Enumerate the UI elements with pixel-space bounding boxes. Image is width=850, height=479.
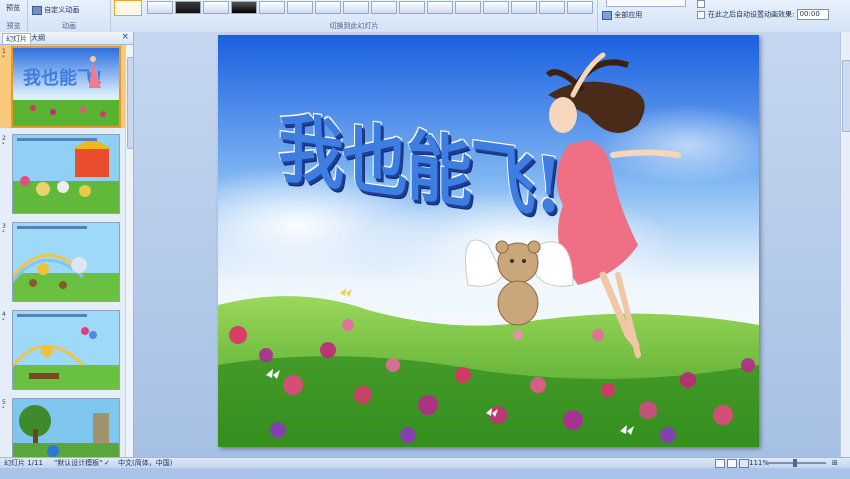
apply-all-label: 全部应用 [614,11,643,19]
slide-thumbnail-3[interactable]: 3 * [0,220,126,303]
advance-after-row[interactable]: 在此之后自动设置动画效果: 00:00 [697,9,829,20]
editor-scrollbar[interactable] [840,32,850,457]
transition-option-2[interactable] [175,1,201,14]
transition-option-1[interactable] [147,1,173,14]
transition-option-5[interactable] [259,1,285,14]
transition-option-3[interactable] [203,1,229,14]
transition-option-6[interactable] [287,1,313,14]
slide-number: 3 [2,223,6,230]
slide-thumbnail-4[interactable]: 4 * [0,308,126,391]
transition-option-12[interactable] [455,1,481,14]
slide-animation-icon: * [2,230,5,236]
tab-outline[interactable]: 大纲 [28,33,48,43]
animation-group: 自定义动画 动画 [28,0,111,32]
apply-group: 全部应用 [598,0,690,32]
slide-thumbnail-1[interactable]: 1 * 我也能飞! [0,45,126,128]
transition-option-11[interactable] [427,1,453,14]
animation-group-label: 动画 [62,22,76,30]
slide-animation-icon: * [2,406,5,412]
transition-group-label: 切换到此幻灯片 [329,22,379,30]
slide-animation-icon: * [2,318,5,324]
transition-option-7[interactable] [315,1,341,14]
transition-option-16[interactable] [567,1,593,14]
advance-group: 在此之后自动设置动画效果: 00:00 [691,0,850,32]
slide-number: 5 [2,399,6,406]
transition-option-9[interactable] [371,1,397,14]
slides-pane: 幻灯片 大纲 × 1 * 我也能飞! 2 * 3 * 4 * 5 * [0,32,134,460]
advance-on-click-checkbox[interactable] [697,0,705,8]
transition-option-13[interactable] [483,1,509,14]
slide-thumb-image [12,222,120,302]
advance-on-click-row[interactable] [697,0,708,8]
close-icon[interactable]: × [121,32,129,43]
transition-option-14[interactable] [511,1,537,14]
tab-slides[interactable]: 幻灯片 [2,33,31,44]
slide-thumb-image [12,134,120,214]
slide-thumb-image [12,398,120,460]
advance-after-checkbox[interactable] [697,10,705,19]
pane-tabs: 幻灯片 大纲 × [0,32,133,45]
current-slide[interactable]: 我也能飞! [218,35,759,447]
transition-option-4[interactable] [231,1,257,14]
preview-button[interactable]: 预览 [6,3,20,13]
ribbon: 预览 预览 自定义动画 动画 切换到此幻灯片 全部应用 在此之后自动设置动画效果… [0,0,850,33]
pane-scrollbar[interactable] [125,45,134,457]
advance-after-label: 在此之后自动设置动画效果: [708,10,795,19]
custom-animation-button[interactable]: 自定义动画 [32,5,79,15]
animation-icon [32,5,42,15]
slide-thumbnail-2[interactable]: 2 * [0,132,126,215]
slide-thumb-image: 我也能飞! [11,46,121,128]
sound-dropdown[interactable] [606,0,686,7]
transition-option-15[interactable] [539,1,565,14]
slide-thumb-image [12,310,120,390]
slide-animation-icon: * [2,55,5,61]
transition-option-8[interactable] [343,1,369,14]
preview-group-label: 预览 [6,22,21,30]
apply-all-icon [602,10,612,20]
slide-animation-icon: * [2,142,5,148]
status-bar: 幻灯片 1/11 "默认设计模板" ✓ 中文(简体，中国) 111% ⊞ [0,457,850,468]
transition-group: 切换到此幻灯片 [111,0,598,32]
apply-all-button[interactable]: 全部应用 [602,10,642,20]
transition-option-10[interactable] [399,1,425,14]
custom-animation-label: 自定义动画 [44,6,80,14]
preview-group: 预览 预览 [0,0,28,32]
pane-scroll-thumb[interactable] [127,57,134,149]
slide-number: 1 [2,48,6,55]
slide-number: 4 [2,311,6,318]
editor-scroll-thumb[interactable] [842,60,850,132]
slide-number: 2 [2,135,6,142]
transition-none-option[interactable] [114,0,142,16]
zoom-slider-handle[interactable] [793,459,797,467]
advance-time-input[interactable]: 00:00 [796,9,829,20]
